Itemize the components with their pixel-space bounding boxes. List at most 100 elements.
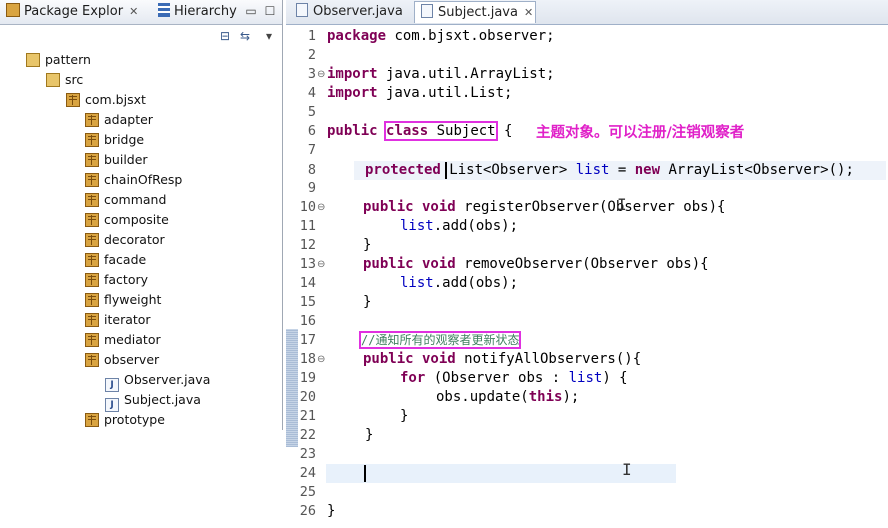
package-explorer-panel: Package Explor ✕ Hierarchy ▭ ☐ ⊟ ⇆ ▾ patt… [0, 0, 283, 430]
line-number: 2 [307, 47, 316, 63]
tree-package-com-bjsxt[interactable]: com.bjsxt [66, 90, 146, 110]
line-number: 5 [307, 104, 316, 120]
editor-gutter [286, 25, 298, 528]
line-number: 6 [307, 123, 316, 139]
code-line-4[interactable]: import java.util.List; [327, 84, 512, 103]
tree-package-item[interactable]: mediator [85, 330, 161, 350]
code-line-14[interactable]: list.add(obs); [400, 274, 518, 293]
code-line-21[interactable]: } [400, 407, 408, 426]
fold-collapse-icon[interactable]: ⊖ [317, 255, 325, 274]
code-line-6[interactable]: public class Subject { [327, 121, 512, 141]
package-icon [85, 213, 99, 227]
line-number: 9 [307, 180, 316, 196]
text-caret [364, 465, 366, 482]
minimize-icon[interactable]: ▭ [244, 4, 258, 18]
link-editor-icon[interactable]: ⇆ [238, 29, 252, 43]
code-line-19[interactable]: for (Observer obs : list) { [400, 369, 628, 388]
tree-package-item[interactable]: command [85, 190, 166, 210]
editor-tab-bar: Observer.java Subject.java ✕ [286, 0, 888, 25]
code-line-18[interactable]: public void notifyAllObservers(){ [363, 350, 641, 369]
line-number: 10 [299, 199, 316, 215]
mouse-ibeam-cursor-icon: I [617, 195, 627, 214]
fold-collapse-icon[interactable]: ⊖ [317, 65, 325, 84]
package-icon [85, 353, 99, 367]
annotation-note: 主题对象。可以注册/注销观察者 [536, 125, 745, 141]
highlighted-class-declaration: class Subject [384, 121, 498, 141]
code-line-12[interactable]: } [363, 236, 371, 255]
tree-package-item[interactable]: facade [85, 250, 146, 270]
code-line-20[interactable]: obs.update(this); [436, 388, 579, 407]
tree-package-item[interactable]: bridge [85, 130, 144, 150]
package-icon [66, 93, 80, 107]
package-icon [85, 153, 99, 167]
code-line-10[interactable]: public void registerObserver(Observer ob… [363, 198, 725, 217]
line-number: 16 [299, 313, 316, 329]
java-file-icon [296, 3, 308, 17]
fold-collapse-icon[interactable]: ⊖ [317, 198, 325, 217]
tree-package-item[interactable]: flyweight [85, 290, 161, 310]
line-number: 24 [299, 465, 316, 481]
tree-package-observer[interactable]: observer [85, 350, 159, 370]
tree-package-item[interactable]: factory [85, 270, 148, 290]
tab-package-explorer[interactable]: Package Explor ✕ [6, 0, 138, 24]
mouse-ibeam-cursor-icon: I [622, 460, 632, 479]
tree-project-pattern[interactable]: pattern [26, 50, 91, 70]
close-icon[interactable]: ✕ [524, 6, 533, 19]
text-caret [445, 162, 447, 179]
code-line-13[interactable]: public void removeObserver(Observer obs)… [363, 255, 709, 274]
package-icon [85, 173, 99, 187]
code-line-1[interactable]: package com.bjsxt.observer; [327, 27, 555, 46]
line-number: 17 [299, 332, 316, 348]
line-number: 25 [299, 484, 316, 500]
code-line-26[interactable]: } [327, 502, 335, 521]
package-icon [85, 253, 99, 267]
package-icon [85, 233, 99, 247]
explorer-toolbar: ⊟ ⇆ ▾ [0, 25, 282, 47]
tree-src-folder[interactable]: src [46, 70, 83, 90]
java-editor: Observer.java Subject.java ✕ 1 2 3 4 5 6 … [286, 0, 888, 528]
tree-file-subject-java[interactable]: J Subject.java [105, 390, 201, 412]
tree-package-item[interactable]: builder [85, 150, 148, 170]
project-folder-icon [26, 53, 40, 67]
line-number: 26 [299, 503, 316, 519]
line-number: 14 [299, 275, 316, 291]
tree-package-prototype[interactable]: prototype [85, 410, 165, 430]
line-number: 1 [307, 28, 316, 44]
maximize-icon[interactable]: ☐ [263, 4, 277, 18]
package-icon [85, 333, 99, 347]
package-icon [85, 313, 99, 327]
fold-collapse-icon[interactable]: ⊖ [317, 350, 325, 369]
tree-package-item[interactable]: iterator [85, 310, 151, 330]
line-number: 22 [299, 427, 316, 443]
package-icon [85, 293, 99, 307]
code-line-8[interactable]: protected List<Observer> list = new Arra… [365, 161, 854, 180]
code-line-17[interactable]: //通知所有的观察者更新状态 [358, 331, 522, 350]
line-number: 20 [299, 389, 316, 405]
explorer-tab-bar: Package Explor ✕ Hierarchy ▭ ☐ [0, 0, 282, 25]
tab-hierarchy[interactable]: Hierarchy [158, 0, 237, 24]
tree-package-item[interactable]: adapter [85, 110, 153, 130]
line-number: 23 [299, 446, 316, 462]
line-number: 21 [299, 408, 316, 424]
tree-package-item[interactable]: chainOfResp [85, 170, 182, 190]
package-icon [85, 133, 99, 147]
tab-subject-java[interactable]: Subject.java ✕ [414, 1, 536, 23]
hierarchy-icon [158, 3, 170, 17]
line-number: 7 [307, 142, 316, 158]
code-line-11[interactable]: list.add(obs); [400, 217, 518, 236]
code-line-15[interactable]: } [363, 293, 371, 312]
code-line-3[interactable]: import java.util.ArrayList; [327, 65, 555, 84]
tree-file-observer-java[interactable]: J Observer.java [105, 370, 210, 392]
line-number: 12 [299, 237, 316, 253]
collapse-all-icon[interactable]: ⊟ [218, 29, 232, 43]
java-file-icon [421, 4, 433, 18]
tree-package-item[interactable]: composite [85, 210, 169, 230]
highlighted-comment: //通知所有的观察者更新状态 [358, 331, 522, 349]
line-number: 19 [299, 370, 316, 386]
tab-observer-java[interactable]: Observer.java [290, 1, 412, 23]
tree-package-item[interactable]: decorator [85, 230, 165, 250]
code-line-22[interactable]: } [365, 426, 373, 445]
close-icon[interactable]: ✕ [129, 5, 138, 18]
view-menu-chevron-down-icon[interactable]: ▾ [262, 29, 276, 43]
source-folder-icon [46, 73, 60, 87]
